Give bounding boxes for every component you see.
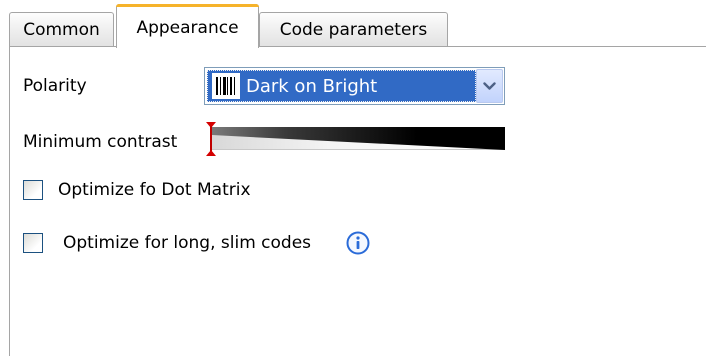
long-slim-codes-checkbox[interactable] — [23, 233, 43, 253]
dot-matrix-checkbox[interactable] — [23, 180, 43, 200]
tab-appearance[interactable]: Appearance — [116, 4, 259, 48]
chevron-down-icon[interactable] — [476, 69, 503, 103]
polarity-select[interactable]: Dark on Bright — [204, 67, 505, 105]
tab-common[interactable]: Common — [9, 12, 114, 47]
tab-label: Code parameters — [279, 20, 428, 40]
tab-label: Appearance — [136, 18, 239, 38]
polarity-label: Polarity — [23, 76, 87, 96]
polarity-select-value[interactable]: Dark on Bright — [207, 70, 476, 102]
long-slim-codes-label: Optimize for long, slim codes — [63, 233, 312, 253]
tab-label: Common — [23, 20, 100, 40]
minimum-contrast-label: Minimum contrast — [23, 132, 178, 152]
info-icon[interactable] — [346, 231, 370, 255]
dot-matrix-label: Optimize fo Dot Matrix — [58, 180, 251, 200]
barcode-icon — [212, 73, 240, 99]
tab-code-parameters[interactable]: Code parameters — [259, 12, 448, 47]
polarity-selected-text: Dark on Bright — [246, 75, 378, 97]
tab-panel-border-left — [9, 46, 10, 356]
tab-panel-border-top — [9, 46, 706, 47]
contrast-slider-thumb[interactable] — [204, 120, 218, 158]
